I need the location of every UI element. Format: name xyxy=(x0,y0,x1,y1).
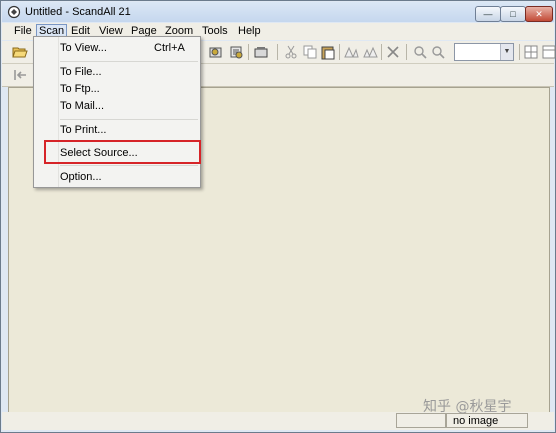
watermark-text: 知乎 @秋星宇 xyxy=(423,399,512,415)
zoom-combo[interactable]: ▼ xyxy=(454,43,514,61)
maximize-button[interactable]: □ xyxy=(500,6,526,22)
app-icon xyxy=(7,5,21,19)
menu-item-to-mail[interactable]: To Mail... xyxy=(60,100,104,112)
select-source-highlight xyxy=(44,140,201,164)
close-button[interactable]: ✕ xyxy=(525,6,553,22)
chevron-down-icon[interactable]: ▼ xyxy=(500,44,513,60)
menu-item-to-ftp[interactable]: To Ftp... xyxy=(60,83,100,95)
menu-separator xyxy=(60,119,198,120)
scan-batch-icon[interactable] xyxy=(228,44,244,60)
menu-tools[interactable]: Tools xyxy=(200,25,230,37)
minimize-button[interactable]: — xyxy=(475,6,501,22)
menu-item-to-view[interactable]: To View... xyxy=(60,42,107,54)
toolbar-separator xyxy=(248,44,249,60)
open-folder-icon[interactable] xyxy=(12,44,28,60)
toolbar-separator xyxy=(406,44,407,60)
menu-separator xyxy=(60,165,198,166)
menu-item-option[interactable]: Option... xyxy=(60,171,102,183)
toolbar-separator xyxy=(339,44,340,60)
menu-help[interactable]: Help xyxy=(236,25,263,37)
menu-item-to-print[interactable]: To Print... xyxy=(60,124,106,136)
first-page-icon[interactable] xyxy=(12,67,28,83)
zoom-out-icon[interactable] xyxy=(430,44,446,60)
toolbar-separator xyxy=(277,44,278,60)
window-title: Untitled - ScandAll 21 xyxy=(25,6,131,18)
copy-icon[interactable] xyxy=(302,44,318,60)
fit-width-icon[interactable] xyxy=(541,44,556,60)
cut-icon[interactable] xyxy=(283,44,299,60)
rotate-left-icon[interactable] xyxy=(343,44,359,60)
menu-file[interactable]: File xyxy=(12,25,34,37)
toolbar-separator xyxy=(519,44,520,60)
shortcut-to-view: Ctrl+A xyxy=(154,42,185,54)
fit-page-icon[interactable] xyxy=(523,44,539,60)
title-bar[interactable]: Untitled - ScandAll 21 — □ ✕ xyxy=(2,2,554,22)
paste-icon[interactable] xyxy=(320,44,336,60)
menu-separator xyxy=(60,61,198,62)
scan-settings-icon[interactable] xyxy=(253,44,269,60)
rotate-right-icon[interactable] xyxy=(362,44,378,60)
delete-icon[interactable] xyxy=(385,44,401,60)
scan-menu-dropdown: To View... Ctrl+A To File... To Ftp... T… xyxy=(33,36,201,188)
toolbar-separator xyxy=(381,44,382,60)
scan-icon[interactable] xyxy=(208,44,224,60)
menu-item-to-file[interactable]: To File... xyxy=(60,66,102,78)
zoom-in-icon[interactable] xyxy=(412,44,428,60)
